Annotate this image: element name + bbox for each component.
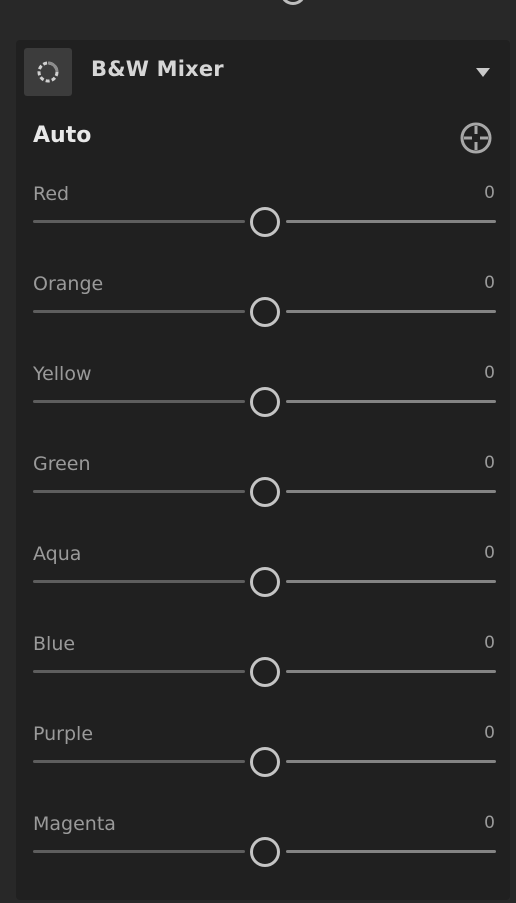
slider-track-right-purple [286,760,496,763]
bw-mixer-icon[interactable] [24,48,72,96]
slider-label-orange: Orange [33,273,104,295]
slider-green: Green 0 [16,453,510,543]
slider-track-magenta[interactable] [33,837,496,867]
slider-thumb-blue[interactable] [249,657,280,687]
slider-track-right-blue [286,670,496,673]
slider-track-right-red [286,220,496,223]
slider-value-magenta[interactable]: 0 [484,813,495,833]
slider-value-aqua[interactable]: 0 [484,543,495,563]
slider-blue: Blue 0 [16,633,510,723]
slider-purple: Purple 0 [16,723,510,813]
slider-thumb-red[interactable] [249,207,280,237]
slider-red: Red 0 [16,183,510,273]
caret-down-icon[interactable] [476,68,490,77]
slider-track-left-green [33,490,245,493]
slider-value-blue[interactable]: 0 [484,633,495,653]
auto-button[interactable]: Auto [33,123,91,148]
slider-magenta: Magenta 0 [16,813,510,903]
slider-thumb-green[interactable] [249,477,280,507]
slider-thumb-orange[interactable] [249,297,280,327]
slider-track-blue[interactable] [33,657,496,687]
slider-track-right-magenta [286,850,496,853]
slider-thumb-yellow[interactable] [249,387,280,417]
panel-title: B&W Mixer [91,57,224,81]
slider-aqua: Aqua 0 [16,543,510,633]
slider-track-right-orange [286,310,496,313]
slider-value-purple[interactable]: 0 [484,723,495,743]
slider-value-red[interactable]: 0 [484,183,495,203]
slider-track-left-purple [33,760,245,763]
bw-mixer-panel: B&W Mixer Auto Red 0 Orange 0 Yellow 0 G… [16,40,510,900]
slider-track-purple[interactable] [33,747,496,777]
slider-label-blue: Blue [33,633,76,655]
slider-track-left-aqua [33,580,245,583]
slider-label-green: Green [33,453,91,475]
slider-label-red: Red [33,183,70,205]
slider-value-green[interactable]: 0 [484,453,495,473]
slider-track-red[interactable] [33,207,496,237]
slider-yellow: Yellow 0 [16,363,510,453]
slider-track-left-magenta [33,850,245,853]
slider-label-magenta: Magenta [33,813,116,835]
target-adjustment-icon[interactable] [459,121,493,155]
slider-label-purple: Purple [33,723,94,745]
slider-track-aqua[interactable] [33,567,496,597]
slider-thumb-aqua[interactable] [249,567,280,597]
slider-orange: Orange 0 [16,273,510,363]
slider-track-orange[interactable] [33,297,496,327]
slider-track-left-red [33,220,245,223]
slider-label-yellow: Yellow [33,363,92,385]
slider-track-yellow[interactable] [33,387,496,417]
slider-thumb-purple[interactable] [249,747,280,777]
slider-track-left-orange [33,310,245,313]
slider-track-right-aqua [286,580,496,583]
slider-track-left-yellow [33,400,245,403]
slider-value-orange[interactable]: 0 [484,273,495,293]
slider-track-right-green [286,490,496,493]
slider-track-green[interactable] [33,477,496,507]
previous-panel-slider-thumb[interactable] [280,0,306,5]
slider-thumb-magenta[interactable] [249,837,280,867]
slider-track-left-blue [33,670,245,673]
slider-track-right-yellow [286,400,496,403]
panel-header[interactable]: B&W Mixer [16,40,510,104]
slider-value-yellow[interactable]: 0 [484,363,495,383]
slider-label-aqua: Aqua [33,543,82,565]
